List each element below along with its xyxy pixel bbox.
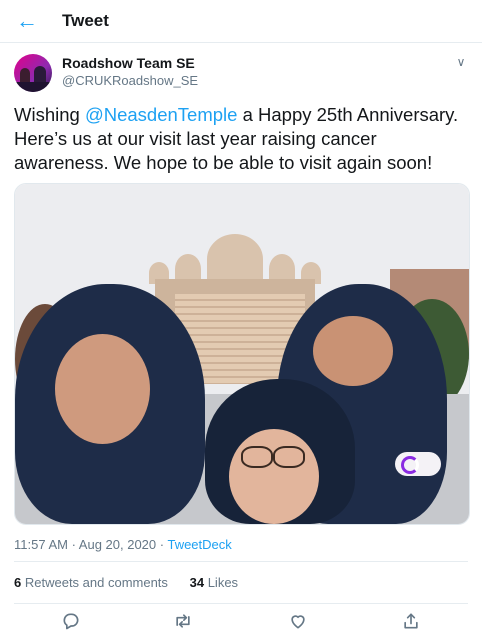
face-left: [55, 334, 150, 444]
divider: [14, 561, 468, 562]
temple-dome: [207, 234, 263, 284]
author-name[interactable]: Roadshow Team SE: [62, 55, 195, 71]
face-middle: [229, 429, 319, 524]
tweet-text-start: Wishing: [14, 104, 85, 125]
avatar-ground-shape: [14, 82, 52, 92]
retweets-count: 6: [14, 575, 22, 590]
engagement-stats: 6 Retweets and comments 34 Likes: [14, 575, 238, 590]
tweet-time-date[interactable]: 11:57 AM · Aug 20, 2020 ·: [14, 537, 167, 552]
author-handle[interactable]: @CRUKRoadshow_SE: [62, 73, 198, 88]
likes-label: Likes: [207, 575, 239, 590]
retweets-stat[interactable]: 6 Retweets and comments: [14, 575, 168, 590]
top-bar: ← Tweet: [0, 0, 482, 43]
page-title: Tweet: [62, 11, 109, 30]
glasses-lens: [241, 446, 273, 468]
mention-link[interactable]: @NeasdenTemple: [85, 104, 237, 125]
tweet-detail: Roadshow Team SE @CRUKRoadshow_SE ∨ Wish…: [0, 43, 482, 644]
chevron-down-icon[interactable]: ∨: [452, 55, 470, 73]
likes-stat[interactable]: 34 Likes: [190, 575, 238, 590]
reply-icon[interactable]: [56, 611, 86, 639]
tweet-source-link[interactable]: TweetDeck: [167, 537, 231, 552]
glasses-lens: [273, 446, 305, 468]
tweet-timestamp: 11:57 AM · Aug 20, 2020 · TweetDeck: [14, 537, 232, 552]
back-arrow-icon[interactable]: ←: [14, 8, 40, 34]
divider: [14, 603, 468, 604]
retweets-label: Retweets and comments: [24, 575, 168, 590]
tweet-photo[interactable]: [14, 183, 470, 525]
face-right: [313, 316, 393, 386]
likes-count: 34: [189, 575, 205, 590]
cruk-logo-badge: [395, 452, 441, 476]
share-icon[interactable]: [396, 611, 426, 639]
tweet-text: Wishing @NeasdenTemple a Happy 25th Anni…: [14, 103, 474, 175]
retweet-icon[interactable]: [168, 611, 198, 639]
like-icon[interactable]: [283, 611, 313, 639]
avatar[interactable]: [14, 54, 52, 92]
tweet-actions: [0, 611, 482, 641]
cruk-logo-icon: [401, 456, 419, 474]
